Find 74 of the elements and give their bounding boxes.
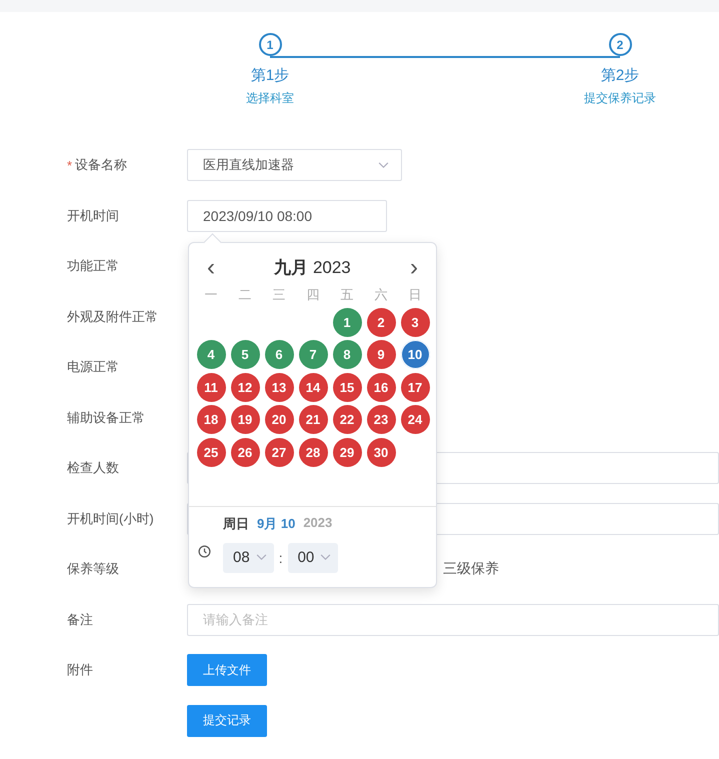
weekday-label: 一 [204,286,218,304]
calendar-day[interactable]: 19 [230,405,260,434]
field-label: 开机时间(小时) [67,510,154,528]
field-label: 电源正常 [67,358,119,376]
calendar-day[interactable]: 13 [264,372,294,402]
weekday-label: 二 [238,286,252,304]
caret-icon [320,554,332,562]
action-button[interactable]: 提交记录 [187,704,267,737]
calendar-day[interactable]: 20 [264,405,294,434]
calendar-day[interactable]: 22 [332,405,362,434]
calendar-day[interactable]: 16 [366,372,396,402]
weekday-label: 日 [408,286,422,304]
weekday-label: 四 [306,286,320,304]
minute-select[interactable]: 00 [288,542,338,573]
calendar-day[interactable]: 23 [366,405,396,434]
previous-month-button[interactable]: ‹ [203,256,219,280]
calendar-day[interactable]: 18 [196,405,226,434]
field-label: 辅助设备正常 [67,408,145,427]
calendar-day[interactable]: 11 [196,372,226,402]
calendar-day[interactable]: 7 [298,340,328,370]
calendar-day[interactable]: 3 [400,308,430,337]
step-subtitle: 选择科室 [246,90,294,107]
selected-day[interactable]: 10 [400,340,430,370]
field-label: 检查人数 [67,459,119,478]
calendar-day[interactable]: 8 [332,340,362,370]
input-field[interactable]: 请输入备注 [187,604,719,636]
calendar-day[interactable]: 9 [366,340,396,370]
calendar-day[interactable]: 26 [230,438,260,467]
calendar-day[interactable]: 5 [230,340,260,370]
calendar-day[interactable]: 27 [264,438,294,467]
action-button[interactable]: 上传文件 [187,654,267,686]
calendar-day[interactable]: 24 [400,405,430,434]
datetime-field[interactable]: 2023/09/10 08:00 [187,200,387,232]
calendar-day[interactable]: 25 [196,438,226,467]
field-label: 备注 [67,610,93,629]
calendar-day[interactable]: 2 [366,308,396,337]
field-label: 外观及附件正常 [67,308,158,326]
chevron-icon [378,162,389,169]
calendar-day[interactable]: 30 [366,438,396,467]
step-title: 第1步 [250,66,290,85]
calendar-day[interactable]: 28 [298,438,328,467]
weekday-label: 六 [374,286,388,304]
calendar-day[interactable]: 6 [264,340,294,370]
step-subtitle: 提交保养记录 [584,90,656,107]
next-month-button[interactable]: › [406,256,422,280]
field-label: 开机时间 [67,206,119,225]
radio-option[interactable]: 三级保养 [443,560,499,578]
month-title: 九月 2023 [274,257,351,280]
calendar-day[interactable]: 15 [332,372,362,402]
calendar-day[interactable]: 29 [332,438,362,467]
weekday-label: 五 [340,286,354,304]
field-label: 功能正常 [67,257,119,276]
field-label: 设备名称 [75,156,128,174]
step-title: 第2步 [600,66,640,85]
date-text: 9月 10 [257,514,296,533]
device-select[interactable]: 医用直线加速器 [187,149,402,182]
calendar-day[interactable]: 1 [332,308,362,337]
weekday-label: 三 [272,286,286,304]
year-text: 2023 [303,514,332,532]
clock-icon [198,545,211,558]
calendar-day[interactable]: 21 [298,405,328,434]
field-label: 附件 [67,661,93,680]
weekday-text: 周日 [223,514,249,533]
hour-select[interactable]: 08 [223,542,274,573]
time-separator: : [278,550,283,566]
calendar-day[interactable]: 17 [400,372,430,402]
field-label: 保养等级 [67,560,119,578]
calendar-day[interactable]: 14 [298,372,328,402]
required-mark: * [67,158,72,173]
calendar-day[interactable]: 4 [196,340,226,370]
calendar-day[interactable]: 12 [230,372,260,402]
step-number: 1 [258,33,282,56]
step-number: 2 [608,33,632,56]
caret-icon [256,554,267,562]
